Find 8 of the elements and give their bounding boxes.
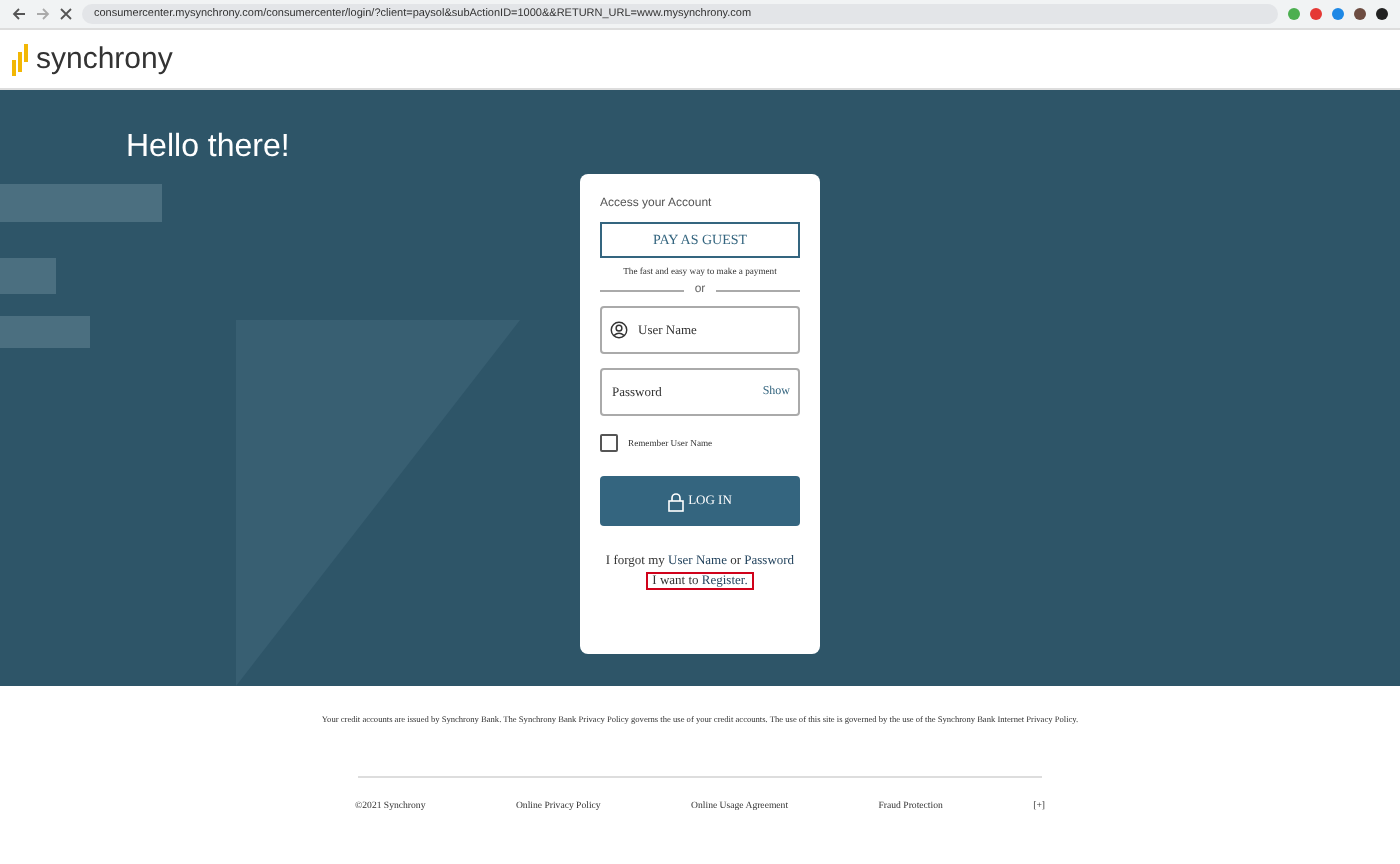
close-icon[interactable] [60, 8, 72, 20]
logo-icon [12, 43, 30, 75]
lock-icon [668, 491, 685, 511]
remember-checkbox[interactable] [600, 434, 618, 452]
back-icon[interactable] [12, 8, 26, 20]
logo: synchrony [36, 42, 173, 76]
user-icon [610, 321, 628, 339]
greeting: Hello there! [126, 130, 290, 164]
